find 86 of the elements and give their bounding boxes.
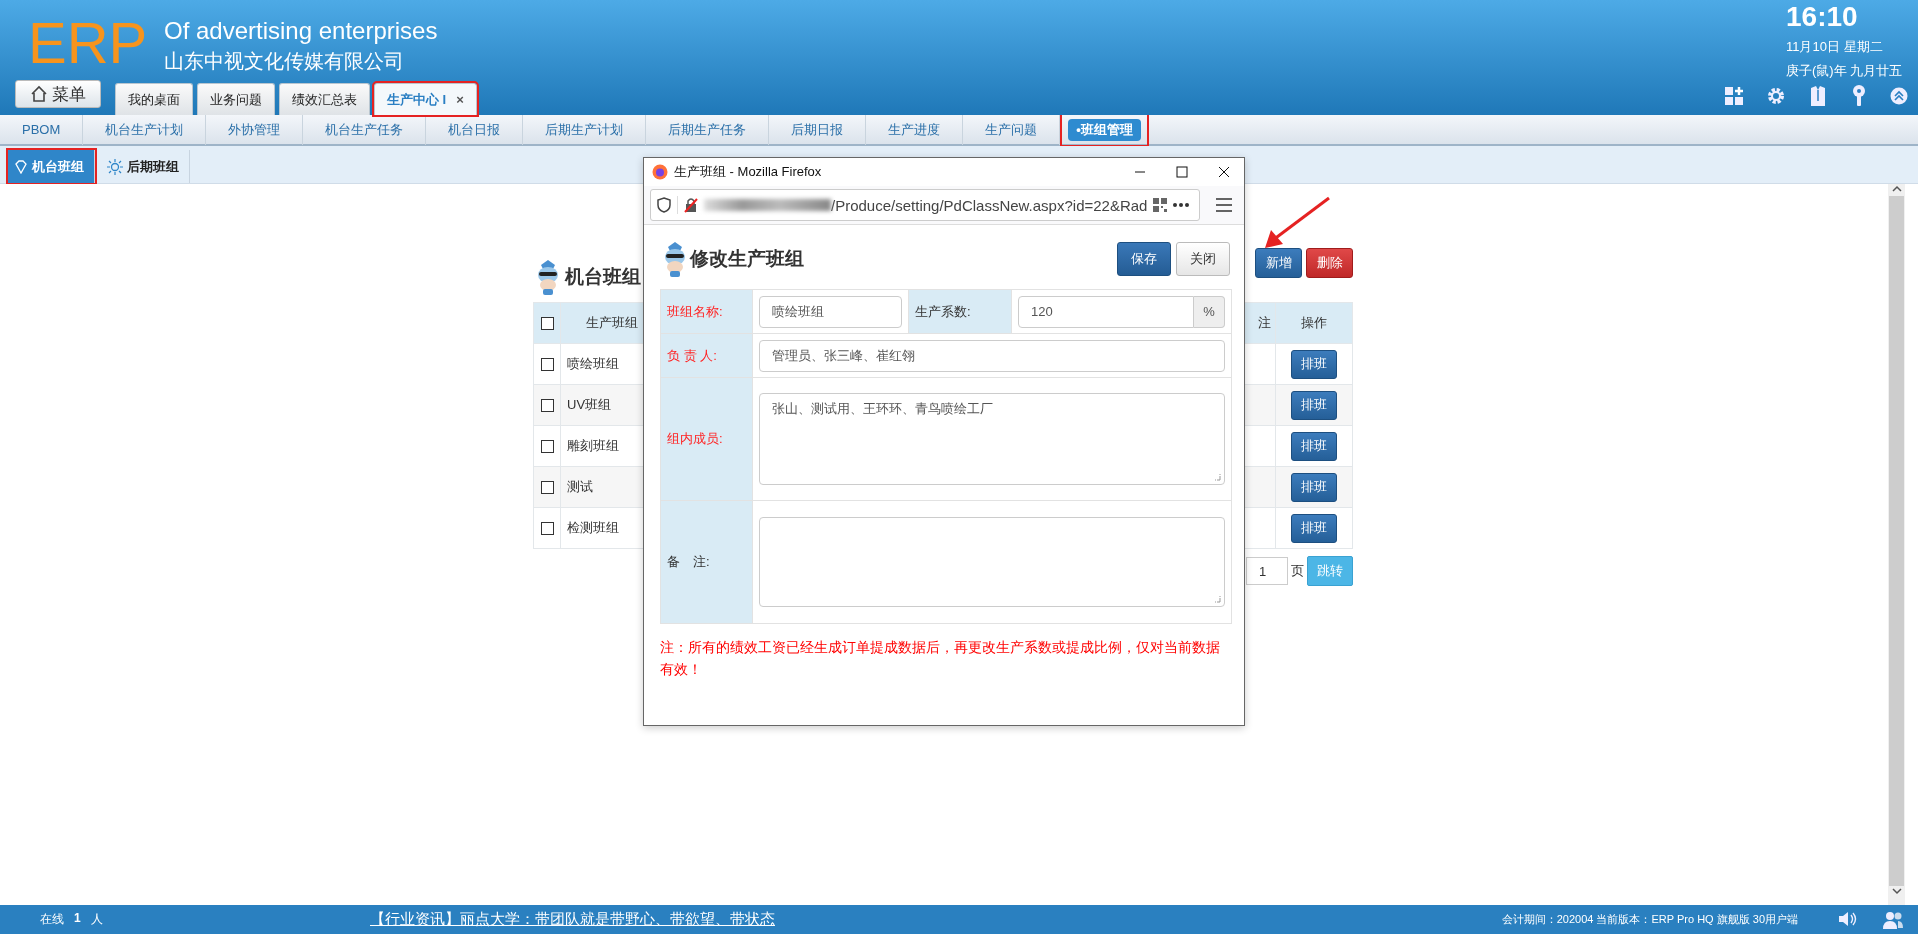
- checkbox[interactable]: [540, 439, 554, 453]
- users-icon[interactable]: [1882, 910, 1904, 929]
- text-area[interactable]: 张山、测试用、王环环、青鸟喷绘工厂: [759, 393, 1225, 485]
- save-button[interactable]: 保存: [1117, 242, 1171, 276]
- nav-tab[interactable]: 外协管理: [206, 114, 304, 145]
- input-field[interactable]: 喷绘班组: [759, 295, 902, 328]
- home-icon: [30, 85, 48, 103]
- online-label: 在线: [40, 911, 64, 928]
- scroll-down-icon[interactable]: [1890, 886, 1903, 896]
- window-title: 生产班组 - Mozilla Firefox: [674, 163, 822, 181]
- lunar-date: 庚子(鼠)年 九月廿五: [1786, 62, 1904, 80]
- scrollbar-thumb[interactable]: [1889, 196, 1904, 886]
- tab[interactable]: 绩效汇总表: [279, 83, 370, 115]
- field-label: 班组名称:: [660, 289, 753, 334]
- version-info: 会计期间：202004 当前版本：ERP Pro HQ 旗舰版 30用户端: [1501, 912, 1798, 927]
- tagline: Of advertising enterprises: [164, 16, 438, 46]
- nav-tab[interactable]: PBOM: [0, 114, 84, 145]
- schedule-button[interactable]: 排班: [1291, 390, 1337, 420]
- nav-tab[interactable]: 生产问题: [963, 114, 1061, 145]
- delete-button[interactable]: 删除: [1306, 248, 1353, 278]
- checkbox[interactable]: [540, 357, 554, 371]
- page-title: 机台班组: [565, 265, 641, 289]
- maximize-icon[interactable]: [1176, 166, 1188, 178]
- tab[interactable]: 生产中心 I ×: [374, 83, 477, 115]
- url-text: /Produce/setting/PdClassNew.aspx?id=22&Rad: [831, 196, 1148, 214]
- sub-tab[interactable]: 后期班组: [101, 150, 190, 183]
- collapse-icon[interactable]: [1890, 87, 1908, 105]
- address-bar[interactable]: /Produce/setting/PdClassNew.aspx?id=22&Rad: [650, 189, 1200, 221]
- settings-icon[interactable]: [1766, 86, 1786, 106]
- sub-tab[interactable]: 机台班组: [8, 150, 95, 183]
- field-label: 备 注:: [660, 500, 753, 624]
- checkbox[interactable]: [540, 480, 554, 494]
- add-widget-icon[interactable]: [1724, 86, 1744, 106]
- checkbox[interactable]: [540, 316, 554, 330]
- sun-icon: [107, 158, 123, 175]
- scroll-up-icon[interactable]: [1890, 184, 1903, 194]
- warning-note: 注：所有的绩效工资已经生成订单提成数据后，再更改生产系数或提成比例，仅对当前数据有效！: [660, 638, 1221, 679]
- online-count: 1: [74, 911, 81, 927]
- speaker-icon[interactable]: [1838, 910, 1858, 927]
- close-button[interactable]: 关闭: [1176, 242, 1230, 276]
- news-link[interactable]: 【行业资讯】丽点大学：带团队就是带野心、带欲望、带状态: [370, 910, 775, 929]
- form-title: 修改生产班组: [690, 247, 804, 271]
- close-icon[interactable]: ×: [456, 92, 464, 107]
- nav-tab[interactable]: 后期生产任务: [646, 114, 770, 145]
- tab[interactable]: 业务问题: [197, 83, 275, 115]
- insecure-lock-icon[interactable]: [684, 197, 698, 213]
- add-button[interactable]: 新增: [1255, 248, 1302, 278]
- field-label: 负 责 人:: [660, 333, 753, 378]
- online-unit: 人: [90, 911, 103, 928]
- checkbox[interactable]: [540, 521, 554, 535]
- input-field[interactable]: 120: [1018, 295, 1194, 328]
- page-input[interactable]: 1: [1246, 557, 1288, 585]
- tab[interactable]: 我的桌面: [115, 83, 193, 115]
- nav-tab[interactable]: 后期生产计划: [523, 114, 647, 145]
- schedule-button[interactable]: 排班: [1291, 431, 1337, 461]
- checkbox[interactable]: [540, 398, 554, 412]
- shirt-icon[interactable]: [1808, 85, 1828, 107]
- gem-icon: [14, 159, 28, 174]
- schedule-button[interactable]: 排班: [1291, 349, 1337, 379]
- schedule-button[interactable]: 排班: [1291, 472, 1337, 502]
- clock-date: 11月10日 星期二: [1786, 38, 1884, 56]
- more-icon[interactable]: [1173, 203, 1190, 207]
- nav-tab[interactable]: 机台生产计划: [83, 114, 207, 145]
- resize-grip-icon: [1213, 473, 1221, 481]
- key-icon[interactable]: [1850, 85, 1868, 107]
- browser-icon: [652, 164, 668, 180]
- nav-tab[interactable]: 机台日报: [426, 114, 524, 145]
- field-label: 生产系数:: [908, 289, 1012, 334]
- nav-tab[interactable]: 生产进度: [866, 114, 964, 145]
- nav-tab[interactable]: 后期日报: [769, 114, 867, 145]
- nav-tab[interactable]: •班组管理: [1068, 118, 1141, 141]
- unit-addon: %: [1194, 295, 1225, 328]
- page-unit: 页: [1291, 562, 1304, 580]
- shield-icon[interactable]: [657, 197, 671, 213]
- menu-button[interactable]: 菜单: [15, 80, 101, 108]
- menu-icon[interactable]: [1216, 198, 1232, 212]
- column-header: 操作: [1275, 302, 1353, 344]
- company-name: 山东中视文化传媒有限公司: [164, 49, 405, 74]
- field-label: 组内成员:: [660, 377, 753, 501]
- schedule-button[interactable]: 排班: [1291, 513, 1337, 543]
- nav-tab[interactable]: 机台生产任务: [303, 114, 427, 145]
- clock-time: 16:10: [1786, 2, 1859, 32]
- input-field[interactable]: 管理员、张三峰、崔红翎: [759, 339, 1225, 372]
- qr-code-icon[interactable]: [1153, 198, 1168, 212]
- close-icon[interactable]: [1218, 166, 1230, 178]
- resize-grip-icon: [1213, 595, 1221, 603]
